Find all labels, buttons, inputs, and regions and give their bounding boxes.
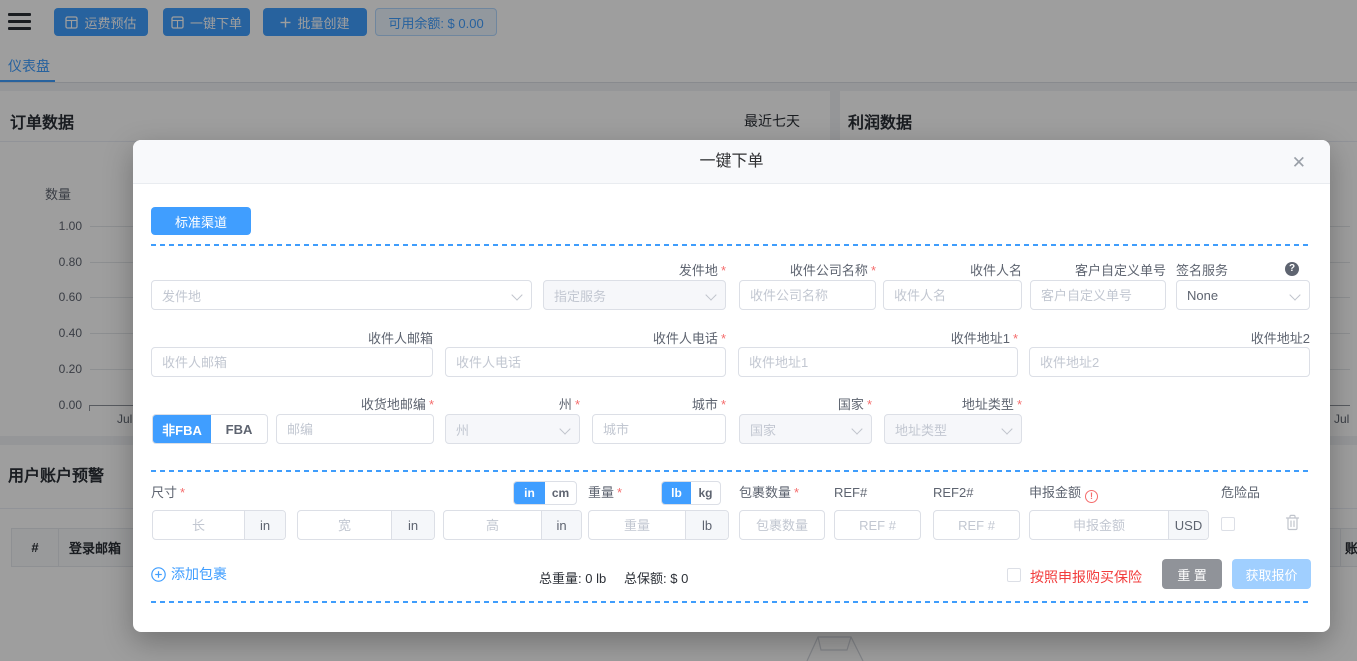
ref2-input[interactable] (933, 510, 1020, 540)
dangerous-goods-checkbox[interactable] (1221, 517, 1235, 531)
weight-label: 重量 * (588, 485, 623, 500)
declared-value-input[interactable] (1030, 511, 1168, 539)
recipient-phone-label: 收件人电话 * (652, 331, 726, 346)
country-label: 国家 * (837, 397, 872, 412)
city-label: 城市 * (691, 397, 726, 412)
standard-channel-button[interactable]: 标准渠道 (151, 207, 251, 235)
reset-button[interactable]: 重 置 (1162, 559, 1222, 589)
package-qty-input[interactable] (739, 510, 825, 540)
custom-order-no-label: 客户自定义单号 (1074, 263, 1166, 278)
company-input[interactable] (739, 280, 876, 310)
unit-cm[interactable]: cm (545, 482, 576, 504)
recipient-name-label: 收件人名 (969, 263, 1022, 278)
ship-from-select[interactable]: 发件地 (151, 280, 532, 310)
help-icon[interactable]: ? (1285, 262, 1299, 276)
chevron-down-icon (851, 423, 863, 435)
dashed-divider (151, 470, 1310, 472)
add-package-label: 添加包裹 (171, 566, 227, 582)
chevron-down-icon (1001, 423, 1013, 435)
width-field: in (297, 510, 435, 540)
unit-lb[interactable]: lb (662, 482, 691, 504)
address1-input[interactable] (738, 347, 1018, 377)
service-select[interactable]: 指定服务 (543, 280, 726, 310)
fba-toggle: 非FBA FBA (152, 414, 268, 444)
info-icon[interactable]: ! (1085, 490, 1099, 503)
address-type-select[interactable]: 地址类型 (884, 414, 1022, 444)
company-label: 收件公司名称 * (789, 263, 876, 278)
custom-order-no-input[interactable] (1030, 280, 1166, 310)
length-field: in (152, 510, 286, 540)
chevron-down-icon (1289, 289, 1301, 301)
close-icon[interactable]: ✕ (1286, 140, 1312, 184)
modal-header: 一键下单 ✕ (133, 140, 1330, 184)
height-field: in (443, 510, 582, 540)
recipient-phone-input[interactable] (445, 347, 726, 377)
address1-label: 收件地址1 * (950, 331, 1018, 346)
modal-title: 一键下单 (699, 153, 764, 170)
width-unit-suffix: in (391, 511, 434, 539)
package-qty-label: 包裹数量 * (739, 485, 800, 500)
total-weight-text: 总重量: 0 lb (539, 571, 607, 586)
get-quote-button[interactable]: 获取报价 (1232, 559, 1311, 589)
fba-option-non-fba[interactable]: 非FBA (153, 415, 211, 443)
add-package-link[interactable]: 添加包裹 (151, 564, 227, 584)
city-input[interactable] (592, 414, 726, 444)
insurance-label: 按照申报购买保险 (1030, 569, 1142, 585)
size-label: 尺寸 * (151, 485, 186, 500)
length-input[interactable] (153, 511, 244, 539)
country-select[interactable]: 国家 (739, 414, 872, 444)
length-unit-suffix: in (244, 511, 285, 539)
height-unit-suffix: in (541, 511, 581, 539)
signature-service-label: 签名服务 (1176, 263, 1229, 278)
address-type-label: 地址类型 * (961, 397, 1022, 412)
ref2-label: REF2# (933, 485, 974, 500)
ship-from-label: 发件地 * (678, 263, 726, 278)
zip-label: 收货地邮编 * (360, 397, 434, 412)
currency-suffix: USD (1168, 511, 1208, 539)
declared-value-field: USD (1029, 510, 1209, 540)
weight-unit-toggle: lb kg (661, 481, 721, 505)
address2-label: 收件地址2 (1250, 331, 1310, 346)
state-select[interactable]: 州 (445, 414, 580, 444)
weight-field: lb (588, 510, 729, 540)
address2-input[interactable] (1029, 347, 1310, 377)
unit-kg[interactable]: kg (691, 482, 720, 504)
dashed-divider (151, 244, 1310, 246)
dangerous-goods-label: 危险品 (1221, 485, 1261, 500)
fba-option-fba[interactable]: FBA (211, 415, 267, 443)
signature-service-select[interactable]: None (1176, 280, 1310, 310)
dashed-divider (151, 601, 1310, 603)
trash-icon[interactable] (1285, 514, 1300, 536)
total-insurance-text: 总保额: $ 0 (624, 571, 689, 586)
dimension-unit-toggle: in cm (513, 481, 577, 505)
height-input[interactable] (444, 511, 541, 539)
recipient-email-label: 收件人邮箱 (367, 331, 433, 346)
circle-plus-icon (151, 566, 166, 582)
zip-input[interactable] (276, 414, 434, 444)
page: 运费预估 一键下单 批量创建 可用余额: $ 0.00 仪表盘 订单数据 最近七… (0, 0, 1357, 661)
one-click-order-modal: 一键下单 ✕ 标准渠道 发件地 * 收件公司名称 * 收件人名 客户自定义单号 签名… (133, 140, 1330, 632)
unit-in[interactable]: in (514, 482, 545, 504)
weight-unit-suffix: lb (685, 511, 728, 539)
chevron-down-icon (559, 423, 571, 435)
ref-input[interactable] (834, 510, 921, 540)
recipient-email-input[interactable] (151, 347, 433, 377)
state-label: 州 * (558, 397, 580, 412)
chevron-down-icon (705, 289, 717, 301)
width-input[interactable] (298, 511, 391, 539)
recipient-name-input[interactable] (883, 280, 1022, 310)
weight-input[interactable] (589, 511, 685, 539)
chevron-down-icon (511, 289, 523, 301)
ref-label: REF# (834, 485, 868, 500)
declared-value-label: 申报金额! (1029, 484, 1099, 503)
insurance-checkbox[interactable] (1007, 568, 1021, 582)
